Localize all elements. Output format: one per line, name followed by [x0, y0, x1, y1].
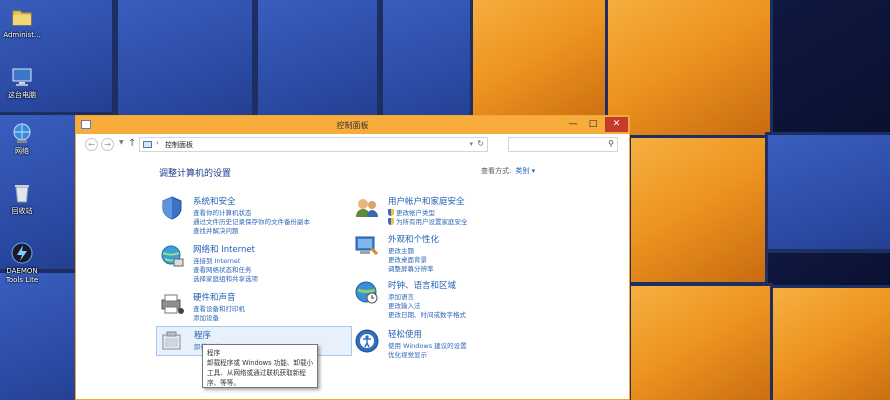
forward-arrow-icon: →: [104, 140, 111, 149]
users-icon: [354, 195, 380, 221]
category-hardware-sound: 硬件和声音 查看设备和打印机 添加设备: [159, 291, 349, 325]
bg-tile: [255, 0, 380, 120]
page-title: 调整计算机的设置: [159, 169, 232, 179]
category-appearance: 外观和个性化 更改主题 更改桌面背景 调整屏幕分辨率: [354, 233, 544, 275]
desktop-icon-recycle-bin[interactable]: 回收站: [0, 182, 44, 216]
forward-button[interactable]: →: [101, 138, 114, 151]
search-icon[interactable]: ⚲: [608, 139, 614, 148]
bg-tile: [765, 250, 890, 290]
window-title: 控制面板: [336, 121, 369, 130]
back-button[interactable]: ←: [85, 138, 98, 151]
recycle-bin-icon: [11, 182, 33, 204]
category-title[interactable]: 系统和安全: [193, 195, 236, 207]
bg-tile: [115, 0, 255, 120]
category-title[interactable]: 轻松使用: [388, 328, 422, 340]
desktop-icon-daemon-tools[interactable]: DAEMON Tools Lite: [0, 242, 44, 285]
desktop-icon-this-pc[interactable]: 这台电脑: [0, 66, 44, 100]
bg-tile: [605, 0, 775, 140]
bg-tile: [628, 283, 773, 400]
close-button[interactable]: ✕: [605, 117, 628, 132]
category-user-accounts: 用户帐户和家庭安全 更改帐户类型 为所有用户设置家庭安全: [354, 195, 544, 229]
bg-tile: [770, 0, 890, 135]
control-panel-window: 控制面板 — □ ✕ ← → ▼ ↑ › 控制面板 ▾ ↻ ⚲ 调整计算机的设置…: [75, 115, 630, 400]
desktop-icon-administrator[interactable]: Administ...: [0, 6, 44, 40]
tooltip: 程序 卸载程序或 Windows 功能、卸载小 工具、从网络或通过联机获取新程 …: [202, 344, 318, 388]
refresh-icon[interactable]: ↻: [477, 139, 484, 148]
view-by-label: 查看方式:: [481, 167, 512, 175]
category-link-text: 为所有用户设置家庭安全: [396, 218, 468, 226]
desktop-icon-label: DAEMON Tools Lite: [5, 267, 39, 284]
category-link[interactable]: 更改日期、时间或数字格式: [388, 309, 466, 319]
category-title[interactable]: 外观和个性化: [388, 233, 439, 245]
title-bar[interactable]: 控制面板 — □ ✕: [76, 116, 629, 134]
clock-globe-icon: [354, 279, 380, 305]
up-arrow-icon[interactable]: ↑: [128, 138, 136, 150]
desktop-icon-label: Administ...: [3, 31, 41, 39]
category-title[interactable]: 程序: [194, 329, 211, 341]
uac-shield-icon: [388, 218, 394, 225]
category-link[interactable]: 调整屏幕分辨率: [388, 263, 434, 273]
desktop-icon-network[interactable]: 网络: [0, 122, 44, 156]
address-dropdown-icon[interactable]: ▾: [469, 140, 473, 148]
search-input[interactable]: ⚲: [508, 137, 618, 152]
uac-shield-icon: [388, 209, 394, 216]
breadcrumb-control-panel[interactable]: 控制面板: [165, 140, 193, 150]
shield-icon: [159, 195, 185, 221]
network-icon: [11, 122, 33, 144]
category-link[interactable]: 添加设备: [193, 312, 219, 322]
view-by: 查看方式: 类别 ▾: [481, 166, 535, 176]
category-clock-language-region: 时钟、语言和区域 添加语言 更改输入法 更改日期、时间或数字格式: [354, 279, 544, 321]
bg-tile: [0, 270, 80, 400]
bg-tile: [765, 132, 890, 252]
desktop-icon-label: 这台电脑: [8, 91, 36, 99]
folder-icon: [11, 6, 33, 28]
category-link[interactable]: 查找并解决问题: [193, 225, 239, 235]
programs-icon: [160, 330, 186, 356]
control-panel-small-icon: [143, 141, 152, 148]
computer-icon: [11, 66, 33, 88]
back-arrow-icon: ←: [88, 140, 95, 149]
category-system-security: 系统和安全 查看你的计算机状态 通过文件历史记录保存你的文件备份副本 查找并解决…: [159, 195, 349, 237]
tooltip-line: 工具、从网络或通过联机获取新程: [207, 369, 306, 377]
category-link[interactable]: 选择家庭组和共享选项: [193, 273, 258, 283]
recent-locations-chevron-icon[interactable]: ▼: [119, 139, 124, 146]
desktop-icon-label: 网络: [15, 147, 29, 155]
tooltip-line: 序、等等。: [207, 379, 240, 387]
category-title[interactable]: 时钟、语言和区域: [388, 279, 456, 291]
maximize-button[interactable]: □: [583, 117, 603, 132]
category-link[interactable]: 优化视觉显示: [388, 349, 427, 359]
address-bar[interactable]: › 控制面板 ▾ ↻: [139, 137, 488, 152]
bg-tile: [770, 285, 890, 400]
category-title[interactable]: 硬件和声音: [193, 291, 236, 303]
category-title[interactable]: 网络和 Internet: [193, 243, 255, 255]
globe-network-icon: [159, 243, 185, 269]
daemon-tools-icon: [11, 242, 33, 264]
category-ease-of-access: 轻松使用 使用 Windows 建议的设置 优化视觉显示: [354, 328, 544, 362]
appearance-icon: [354, 233, 380, 259]
bg-tile: [628, 135, 773, 285]
printer-icon: [159, 291, 185, 317]
breadcrumb-separator: ›: [156, 139, 159, 147]
tooltip-title: 程序: [207, 349, 221, 357]
tooltip-line: 卸载程序或 Windows 功能、卸载小: [207, 359, 314, 367]
category-network-internet: 网络和 Internet 连接到 Internet 查看网络状态和任务 选择家庭…: [159, 243, 349, 285]
minimize-button[interactable]: —: [563, 117, 583, 132]
navigation-bar: ← → ▼ ↑ › 控制面板 ▾ ↻ ⚲: [76, 134, 629, 156]
category-link[interactable]: 为所有用户设置家庭安全: [388, 216, 468, 226]
view-by-dropdown[interactable]: 类别 ▾: [515, 167, 535, 175]
desktop-icon-label: 回收站: [11, 207, 33, 215]
ease-of-access-icon: [354, 328, 380, 354]
category-title[interactable]: 用户帐户和家庭安全: [388, 195, 465, 207]
